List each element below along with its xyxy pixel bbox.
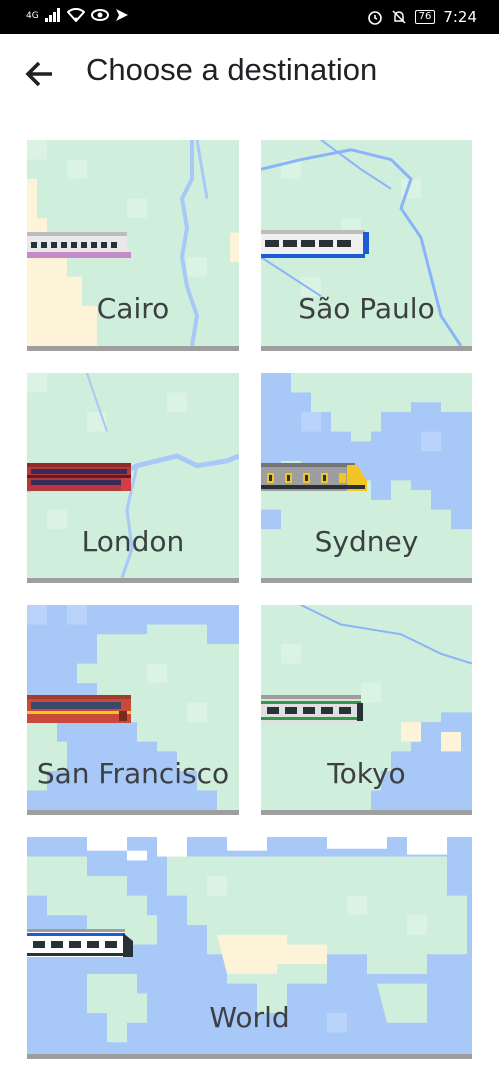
train-icon	[261, 230, 369, 258]
destination-tile-sao-paulo[interactable]: São Paulo	[261, 140, 472, 351]
destination-label: Sydney	[314, 525, 419, 558]
train-icon	[27, 695, 131, 723]
send-icon	[115, 8, 129, 24]
destination-label: Tokyo	[327, 757, 406, 790]
destination-tile-tokyo[interactable]: Tokyo	[261, 605, 472, 815]
battery-indicator: 76	[414, 10, 436, 24]
eye-icon	[90, 8, 109, 24]
back-button[interactable]	[20, 54, 60, 94]
status-time: 7:24	[443, 8, 477, 26]
signal-icon	[44, 8, 61, 24]
train-icon	[27, 463, 131, 491]
train-icon	[261, 463, 367, 491]
app-header: Choose a destination	[0, 34, 499, 114]
network-type-label: 4G	[26, 11, 39, 21]
destination-tile-sydney[interactable]: Sydney	[261, 373, 472, 583]
destination-label: Cairo	[96, 292, 170, 325]
destination-label: San Francisco	[36, 757, 230, 790]
alarm-icon	[367, 9, 383, 25]
destination-tile-world[interactable]: World	[27, 837, 472, 1059]
destination-label: World	[209, 1001, 290, 1034]
train-icon	[27, 232, 131, 258]
destination-tile-london[interactable]: London	[27, 373, 239, 583]
destination-tile-cairo[interactable]: Cairo	[27, 140, 239, 351]
wifi-icon	[66, 8, 86, 24]
page-title: Choose a destination	[86, 52, 378, 87]
destination-label: London	[81, 525, 185, 558]
notifications-off-icon	[391, 9, 407, 25]
destination-tile-san-francisco[interactable]: San Francisco	[27, 605, 239, 815]
destination-label: São Paulo	[298, 292, 435, 325]
train-icon	[27, 929, 133, 957]
arrow-back-icon	[25, 61, 52, 87]
status-bar: 4G 76 7:24	[0, 0, 499, 34]
train-icon	[261, 695, 363, 723]
